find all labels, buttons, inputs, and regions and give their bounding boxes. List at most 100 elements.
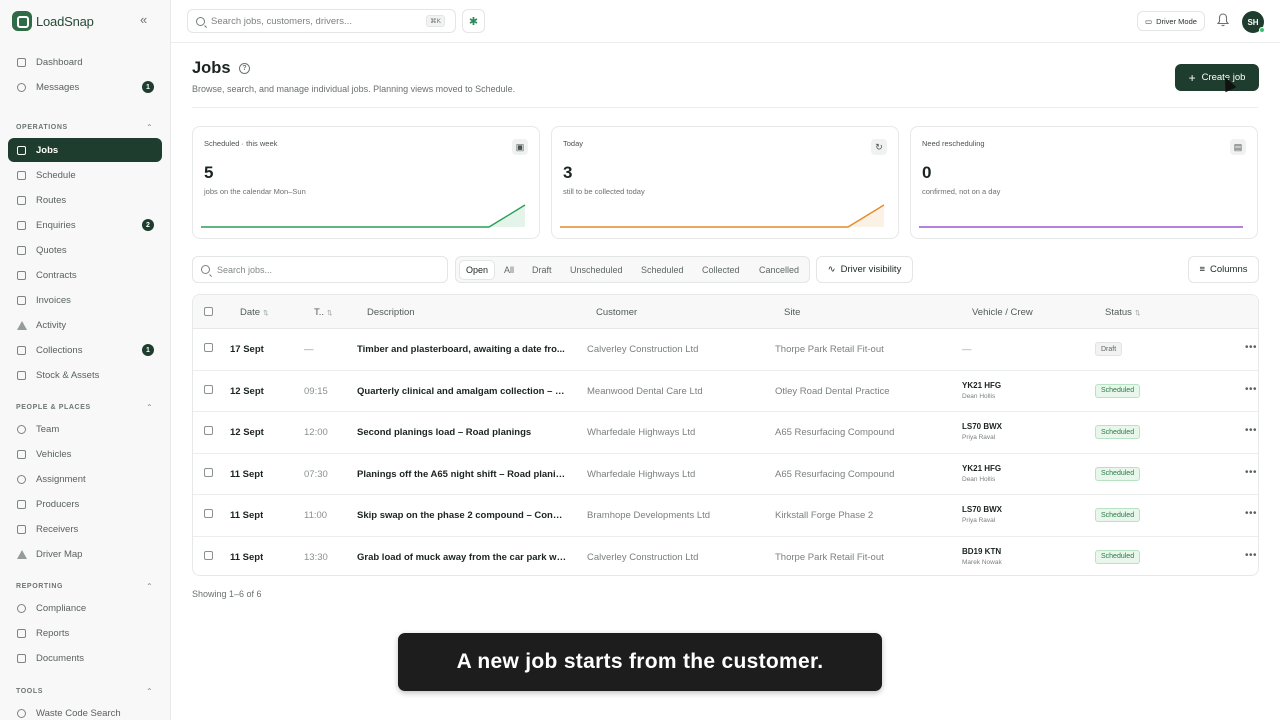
sidebar-item-quotes[interactable]: Quotes: [8, 238, 162, 262]
activity-icon: ∿: [827, 264, 836, 275]
cell-site[interactable]: Thorpe Park Retail Fit-out: [775, 552, 884, 563]
cell-site[interactable]: A65 Resurfacing Compound: [775, 427, 894, 438]
column-header-status[interactable]: Status ⇅: [1105, 307, 1140, 318]
column-header-customer[interactable]: Customer: [596, 307, 637, 318]
global-search-input[interactable]: Search jobs, customers, drivers... ⌘K: [187, 9, 456, 33]
driver-visibility-button[interactable]: ∿ Driver visibility: [816, 256, 913, 283]
sidebar-item-invoices[interactable]: Invoices: [8, 288, 162, 312]
section-label-reporting: REPORTING: [16, 583, 64, 590]
sidebar-item-driver-map[interactable]: Driver Map: [8, 542, 162, 566]
table-row[interactable]: 12 Sept 12:00 Second planings load – Road …: [193, 412, 1258, 454]
table-row[interactable]: 11 Sept 11:00 Skip swap on the phase 2 com…: [193, 495, 1258, 537]
sidebar-item-routes[interactable]: Routes: [8, 188, 162, 212]
chevron-up-icon[interactable]: ⌃: [146, 582, 153, 591]
cell-customer[interactable]: Calverley Construction Ltd: [587, 552, 698, 563]
chevron-up-icon[interactable]: ⌃: [146, 123, 153, 132]
cell-site[interactable]: A65 Resurfacing Compound: [775, 469, 894, 480]
sidebar-item-team[interactable]: Team: [8, 417, 162, 441]
link-icon: [16, 474, 27, 485]
cell-customer[interactable]: Meanwood Dental Care Ltd: [587, 386, 703, 397]
cell-customer[interactable]: Calverley Construction Ltd: [587, 344, 698, 355]
select-all-checkbox[interactable]: [204, 307, 213, 316]
more-actions-icon[interactable]: •••: [1245, 550, 1257, 561]
sidebar-item-stock-assets[interactable]: Stock & Assets: [8, 363, 162, 387]
sidebar-item-dashboard[interactable]: Dashboard: [8, 50, 162, 74]
sidebar-item-vehicles[interactable]: Vehicles: [8, 442, 162, 466]
tab-open[interactable]: Open: [460, 261, 495, 279]
cell-description[interactable]: Timber and plasterboard, awaiting a date…: [357, 344, 567, 355]
more-actions-icon[interactable]: •••: [1245, 342, 1257, 353]
sidebar-item-reports[interactable]: Reports: [8, 621, 162, 645]
stat-card-scheduled-week[interactable]: Scheduled · this week ▣ 5 jobs on the ca…: [192, 126, 540, 239]
create-job-button[interactable]: + Create job: [1175, 64, 1259, 91]
navigation-icon: [16, 549, 27, 560]
table-row[interactable]: 17 Sept — Timber and plasterboard, awaitin…: [193, 329, 1258, 371]
cell-description[interactable]: Skip swap on the phase 2 compound – Conc…: [357, 510, 567, 521]
more-actions-icon[interactable]: •••: [1245, 384, 1257, 395]
sidebar-item-contracts[interactable]: Contracts: [8, 263, 162, 287]
tab-all[interactable]: All: [498, 261, 520, 279]
table-row[interactable]: 11 Sept 13:30 Grab load of muck away from …: [193, 537, 1258, 576]
column-header-description[interactable]: Description: [367, 307, 415, 318]
tab-cancelled[interactable]: Cancelled: [753, 261, 805, 279]
driver-mode-button[interactable]: ▭ Driver Mode: [1137, 11, 1205, 31]
cell-site[interactable]: Thorpe Park Retail Fit-out: [775, 344, 884, 355]
collapse-sidebar-button[interactable]: «: [140, 13, 147, 27]
table-row[interactable]: 11 Sept 07:30 Planings off the A65 night s…: [193, 454, 1258, 495]
cell-date: 11 Sept: [230, 510, 264, 521]
row-checkbox[interactable]: [204, 426, 213, 435]
sidebar-item-activity[interactable]: Activity: [8, 313, 162, 337]
cell-site[interactable]: Kirkstall Forge Phase 2: [775, 510, 873, 521]
column-header-time[interactable]: T.. ⇅: [314, 307, 332, 318]
cell-customer[interactable]: Wharfedale Highways Ltd: [587, 469, 695, 480]
sidebar-item-schedule[interactable]: Schedule: [8, 163, 162, 187]
more-actions-icon[interactable]: •••: [1245, 467, 1257, 478]
sidebar-item-enquiries[interactable]: Enquiries 2: [8, 213, 162, 237]
user-avatar[interactable]: SH: [1242, 11, 1265, 33]
row-checkbox[interactable]: [204, 343, 213, 352]
cell-customer[interactable]: Bramhope Developments Ltd: [587, 510, 710, 521]
sidebar-item-jobs[interactable]: Jobs: [8, 138, 162, 162]
column-header-date[interactable]: Date ⇅: [240, 307, 269, 318]
sidebar-item-documents[interactable]: Documents: [8, 646, 162, 670]
jobs-search-input[interactable]: Search jobs...: [192, 256, 448, 283]
chevron-up-icon[interactable]: ⌃: [146, 687, 153, 696]
tab-collected[interactable]: Collected: [696, 261, 746, 279]
row-checkbox[interactable]: [204, 509, 213, 518]
sidebar-item-assignment[interactable]: Assignment: [8, 467, 162, 491]
cell-description[interactable]: Grab load of muck away from the car park…: [357, 552, 567, 563]
chevron-up-icon[interactable]: ⌃: [146, 403, 153, 412]
sidebar-item-compliance[interactable]: Compliance: [8, 596, 162, 620]
sparkle-icon[interactable]: ✱: [462, 9, 485, 33]
tab-unscheduled[interactable]: Unscheduled: [564, 261, 629, 279]
brand[interactable]: LoadSnap: [12, 10, 94, 32]
sidebar-item-waste-code-search[interactable]: Waste Code Search: [8, 701, 162, 720]
sidebar-item-producers[interactable]: Producers: [8, 492, 162, 516]
table-row[interactable]: 12 Sept 09:15 Quarterly clinical and amalg…: [193, 371, 1258, 412]
tab-draft[interactable]: Draft: [526, 261, 558, 279]
stat-card-today[interactable]: Today ↻ 3 still to be collected today: [551, 126, 899, 239]
refresh-icon: ↻: [871, 139, 887, 155]
sidebar-item-collections[interactable]: Collections 1: [8, 338, 162, 362]
sidebar-item-label: Producers: [36, 498, 80, 510]
more-actions-icon[interactable]: •••: [1245, 508, 1257, 519]
row-checkbox[interactable]: [204, 384, 213, 394]
cell-description[interactable]: Second planings load – Road planings: [357, 427, 567, 438]
column-header-vehicle-crew[interactable]: Vehicle / Crew: [972, 307, 1033, 318]
bell-icon[interactable]: [1217, 13, 1229, 27]
column-header-site[interactable]: Site: [784, 307, 800, 318]
cell-site[interactable]: Otley Road Dental Practice: [775, 386, 890, 397]
more-actions-icon[interactable]: •••: [1245, 425, 1257, 436]
row-checkbox[interactable]: [204, 467, 213, 477]
cell-description[interactable]: Planings off the A65 night shift – Road …: [357, 469, 567, 480]
help-icon[interactable]: ?: [239, 63, 250, 74]
truck-icon: ▭: [1145, 16, 1153, 26]
stat-card-need-rescheduling[interactable]: Need rescheduling ▤ 0 confirmed, not on …: [910, 126, 1258, 239]
row-checkbox[interactable]: [204, 550, 213, 560]
sidebar-item-receivers[interactable]: Receivers: [8, 517, 162, 541]
cell-customer[interactable]: Wharfedale Highways Ltd: [587, 427, 695, 438]
tab-scheduled[interactable]: Scheduled: [635, 261, 690, 279]
cell-description[interactable]: Quarterly clinical and amalgam collectio…: [357, 386, 567, 397]
sidebar-item-messages[interactable]: Messages 1: [8, 75, 162, 99]
columns-button[interactable]: ≡ Columns: [1188, 256, 1259, 283]
